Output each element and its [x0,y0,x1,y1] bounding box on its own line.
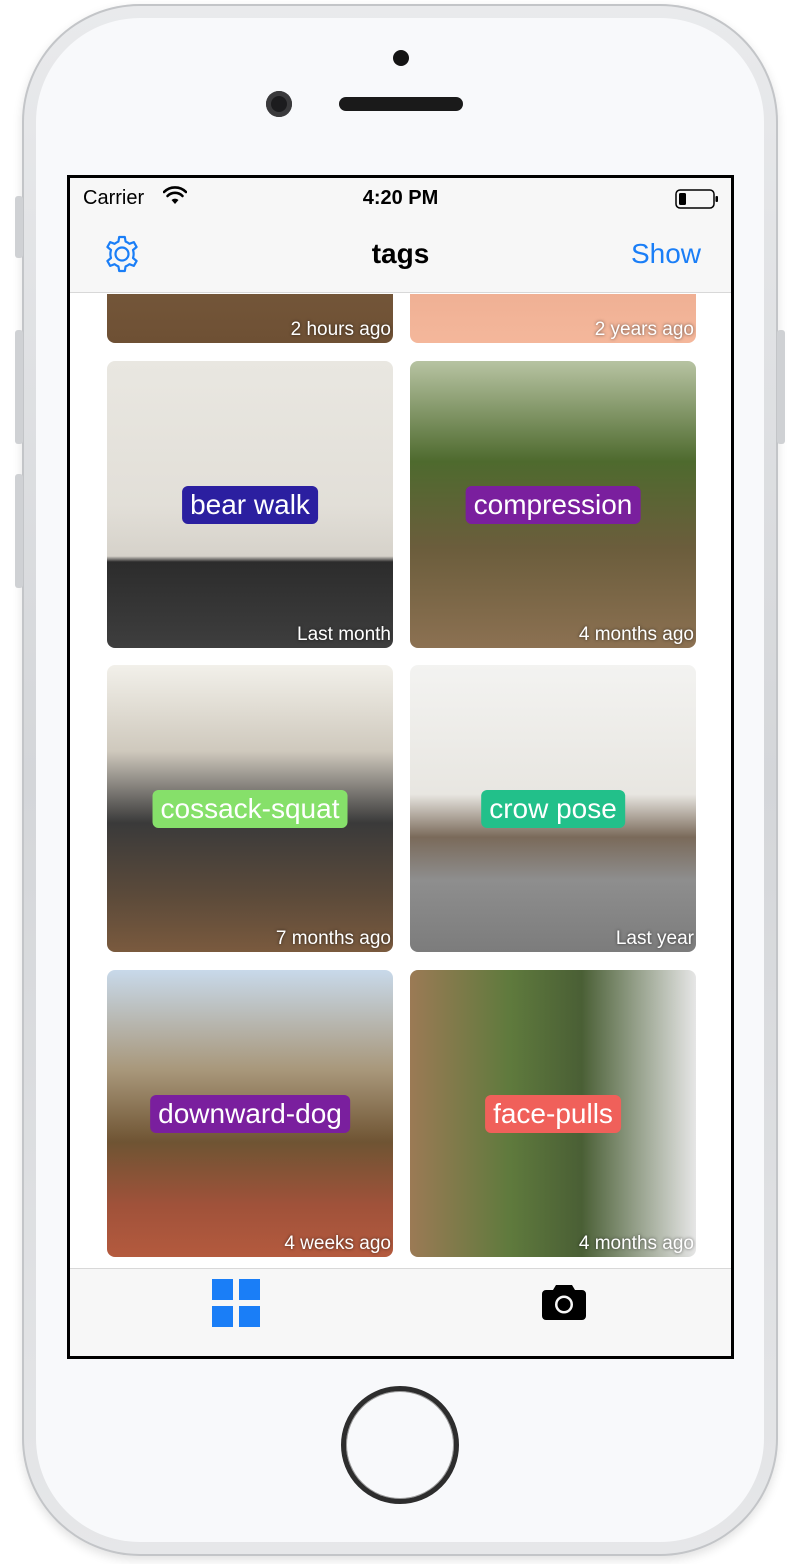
volume-up-button [15,330,23,444]
tag-label: downward-dog [150,1095,350,1133]
tab-bar [70,1268,731,1356]
cell-age: 4 weeks ago [284,1233,391,1254]
grid-cell[interactable]: crow pose Last year [410,665,696,952]
home-button[interactable] [341,1386,459,1504]
app-screen: Carrier 4:20 PM tags Show 2 hours ago 2 … [67,175,734,1359]
volume-down-button [15,474,23,588]
grid-cell[interactable]: 2 years ago [410,294,696,343]
grid-icon [212,1279,260,1327]
proximity-sensor [393,50,409,66]
cell-age: 2 hours ago [290,319,391,340]
tag-label: face-pulls [485,1095,621,1133]
earpiece-speaker [339,97,463,111]
tag-label: compression [465,486,641,524]
tag-label: crow pose [481,790,625,828]
cell-age: 4 months ago [578,624,694,645]
tag-label: bear walk [182,486,318,524]
grid-cell[interactable]: compression 4 months ago [410,361,696,648]
grid-cell[interactable]: downward-dog 4 weeks ago [107,970,393,1257]
tag-label: cossack-squat [152,790,348,828]
status-bar: Carrier 4:20 PM [70,178,731,218]
camera-icon [541,1285,586,1320]
show-button[interactable]: Show [631,238,701,270]
navigation-bar: tags Show [70,218,731,293]
cell-age: 2 years ago [594,319,694,340]
grid-cell[interactable]: bear walk Last month [107,361,393,648]
tab-grid[interactable] [70,1269,401,1356]
grid-cell[interactable]: face-pulls 4 months ago [410,970,696,1257]
cell-age: Last year [615,928,694,949]
mute-switch [15,196,23,258]
tab-camera[interactable] [401,1269,732,1356]
grid-cell[interactable]: 2 hours ago [107,294,393,343]
grid-cell[interactable]: cossack-squat 7 months ago [107,665,393,952]
status-time: 4:20 PM [362,187,439,209]
tag-grid: 2 hours ago 2 years ago bear walk Last m… [70,294,731,1271]
front-camera [266,91,292,117]
cell-age: Last month [297,624,391,645]
cell-age: 7 months ago [275,928,391,949]
battery-icon [675,189,718,209]
cell-age: 4 months ago [578,1233,694,1254]
power-button [777,330,785,444]
